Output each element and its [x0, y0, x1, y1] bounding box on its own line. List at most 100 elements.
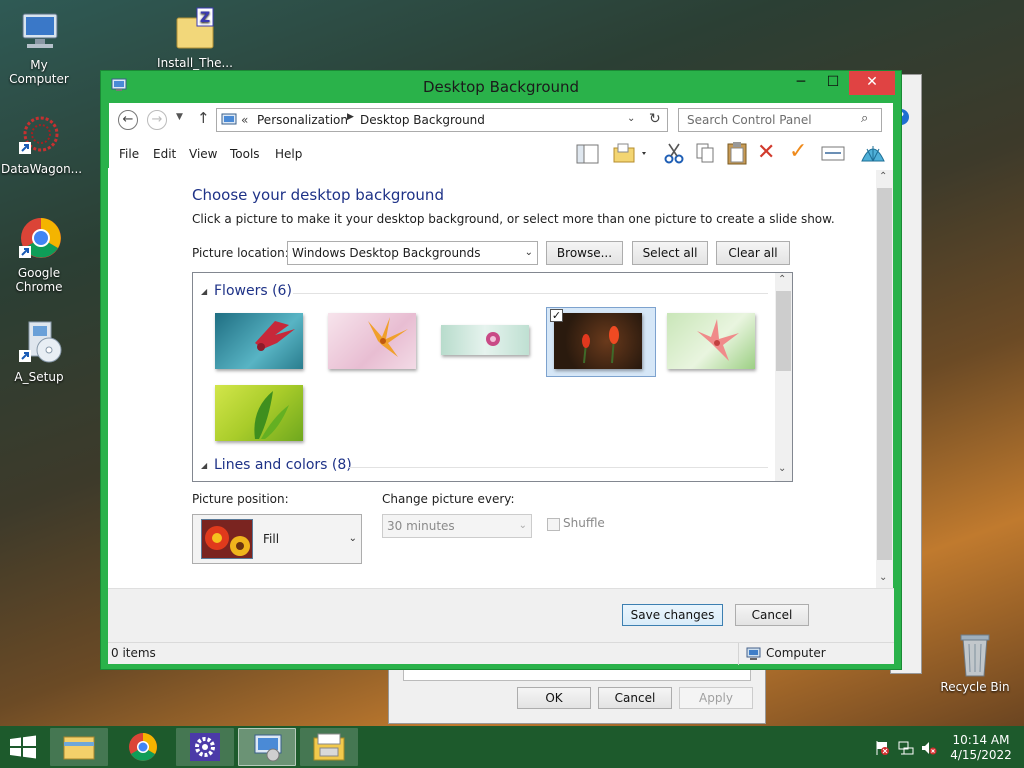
scroll-down-icon[interactable]: ⌄	[778, 463, 786, 474]
gallery-scrollbar[interactable]: ⌃ ⌄	[775, 273, 792, 481]
taskbar-app[interactable]	[300, 728, 358, 766]
select-all-button[interactable]: Select all	[632, 241, 708, 265]
taskbar-file-explorer[interactable]	[50, 728, 108, 766]
background-cancel-button[interactable]: Cancel	[598, 687, 672, 709]
organize-folder-icon[interactable]	[612, 142, 650, 167]
recent-pages-icon[interactable]: ▼	[176, 112, 183, 122]
delete-icon[interactable]: ✕	[757, 142, 775, 164]
background-apply-button: Apply	[679, 687, 753, 709]
picture-location-select[interactable]: Windows Desktop Backgrounds ⌄	[287, 241, 538, 265]
desktop-icon-label: A_Setup	[14, 370, 64, 384]
page-title: Choose your desktop background	[192, 186, 444, 204]
chevron-down-icon: ⌄	[524, 247, 533, 258]
scroll-down-icon[interactable]: ⌄	[879, 572, 887, 583]
collapse-flowers-icon[interactable]: ◢	[201, 287, 207, 296]
browse-button[interactable]: Browse...	[546, 241, 623, 265]
copy-icon[interactable]	[694, 142, 716, 167]
wallpaper-thumbnail-4-selected[interactable]	[554, 313, 642, 369]
wallpaper-thumbnail-1[interactable]	[215, 313, 303, 369]
group-flowers[interactable]: Flowers (6)	[214, 283, 292, 299]
scroll-up-icon[interactable]: ⌃	[879, 171, 887, 182]
address-bar[interactable]: « Personalization ▶ Desktop Background ⌄…	[216, 108, 668, 132]
content-scrollbar[interactable]: ⌃ ⌄	[876, 170, 893, 588]
cancel-button[interactable]: Cancel	[735, 604, 809, 626]
desktop-icon-my-computer[interactable]: My Computer	[1, 8, 77, 86]
breadcrumb-overflow[interactable]: «	[241, 113, 248, 127]
picture-position-preview-icon	[201, 519, 253, 559]
winzip-folder-icon: Z	[171, 6, 219, 54]
desktop-icon-recycle-bin[interactable]: Recycle Bin	[937, 630, 1013, 694]
desktop-icon-install[interactable]: Z Install_The...	[157, 6, 233, 70]
recycle-bin-icon	[951, 630, 999, 678]
picture-position-value: Fill	[263, 532, 280, 546]
desktop-icon-datawagon[interactable]: DataWagon...	[1, 112, 82, 176]
desktop-icon-label: My Computer	[9, 58, 69, 86]
menu-tools[interactable]: Tools	[230, 147, 260, 161]
action-center-flag-icon[interactable]	[874, 740, 890, 759]
save-changes-button[interactable]: Save changes	[622, 604, 723, 626]
menu-file[interactable]: File	[119, 147, 139, 161]
network-icon[interactable]	[898, 740, 914, 759]
page-description: Click a picture to make it your desktop …	[192, 212, 835, 226]
desktop-icon-label: Recycle Bin	[940, 680, 1010, 694]
background-ok-button[interactable]: OK	[517, 687, 591, 709]
clear-all-button[interactable]: Clear all	[716, 241, 790, 265]
breadcrumb-desktop-background[interactable]: Desktop Background	[360, 113, 485, 127]
search-icon[interactable]: ⌕	[861, 111, 868, 126]
computer-icon	[15, 8, 63, 56]
up-icon[interactable]: ↑	[197, 109, 210, 127]
taskbar-settings[interactable]	[176, 728, 234, 766]
status-item-count: 0 items	[111, 646, 156, 660]
start-windows-icon[interactable]	[8, 735, 38, 762]
picture-location-value: Windows Desktop Backgrounds	[292, 246, 481, 260]
group-lines-and-colors[interactable]: Lines and colors (8)	[214, 457, 352, 473]
thumbnail-4-checkbox[interactable]: ✓	[550, 309, 563, 322]
collapse-lines-colors-icon[interactable]: ◢	[201, 461, 207, 470]
clock-date: 4/15/2022	[950, 748, 1012, 762]
picture-position-label: Picture position:	[192, 492, 289, 506]
title-bar[interactable]: Desktop Background ─ ☐ ✕	[101, 71, 901, 103]
wallpaper-thumbnail-3[interactable]	[441, 325, 529, 355]
minimize-button[interactable]: ─	[785, 71, 817, 95]
menu-help[interactable]: Help	[275, 147, 302, 161]
volume-muted-icon[interactable]	[921, 740, 937, 759]
wallpaper-thumbnail-6[interactable]	[215, 385, 303, 441]
change-interval-value: 30 minutes	[387, 519, 455, 533]
properties-check-icon[interactable]: ✓	[789, 140, 807, 164]
menu-edit[interactable]: Edit	[153, 147, 176, 161]
wallpaper-thumbnail-2[interactable]	[328, 313, 416, 369]
desktop-icon-a-setup[interactable]: A_Setup	[1, 320, 77, 384]
refresh-icon[interactable]: ↻	[649, 111, 661, 127]
back-button[interactable]: ←	[118, 110, 138, 130]
scroll-thumb[interactable]	[776, 291, 791, 371]
taskbar-control-panel[interactable]	[238, 728, 296, 766]
scroll-up-icon[interactable]: ⌃	[778, 274, 786, 285]
group-divider	[349, 467, 768, 468]
taskbar-clock[interactable]: 10:14 AM 4/15/2022	[946, 733, 1016, 763]
change-interval-select: 30 minutes ⌄	[382, 514, 532, 538]
picture-position-select[interactable]: Fill ⌄	[192, 514, 362, 564]
window-title: Desktop Background	[422, 78, 580, 96]
menu-view[interactable]: View	[189, 147, 217, 161]
cut-icon[interactable]	[663, 142, 685, 167]
datawagon-icon	[15, 112, 63, 160]
paste-icon[interactable]	[725, 141, 749, 168]
scroll-thumb[interactable]	[877, 188, 892, 560]
breadcrumb-personalization[interactable]: Personalization	[257, 113, 348, 127]
layout-pane-icon[interactable]	[576, 143, 600, 168]
status-location: Computer	[766, 646, 826, 660]
chevron-down-icon: ⌄	[348, 533, 357, 544]
control-panel-small-icon	[221, 112, 237, 131]
svg-text:Z: Z	[200, 10, 210, 26]
rename-icon[interactable]	[821, 144, 845, 167]
desktop-icon-google-chrome[interactable]: Google Chrome	[1, 216, 77, 294]
taskbar-chrome[interactable]	[114, 728, 172, 766]
address-dropdown-icon[interactable]: ⌄	[627, 113, 635, 124]
chrome-icon	[15, 216, 63, 264]
search-box[interactable]: Search Control Panel ⌕	[678, 108, 882, 132]
wallpaper-thumbnail-5[interactable]	[667, 313, 755, 369]
maximize-button[interactable]: ☐	[817, 71, 849, 95]
shell-icon[interactable]	[859, 141, 887, 168]
chevron-down-icon: ⌄	[518, 520, 527, 531]
close-button[interactable]: ✕	[849, 71, 895, 95]
